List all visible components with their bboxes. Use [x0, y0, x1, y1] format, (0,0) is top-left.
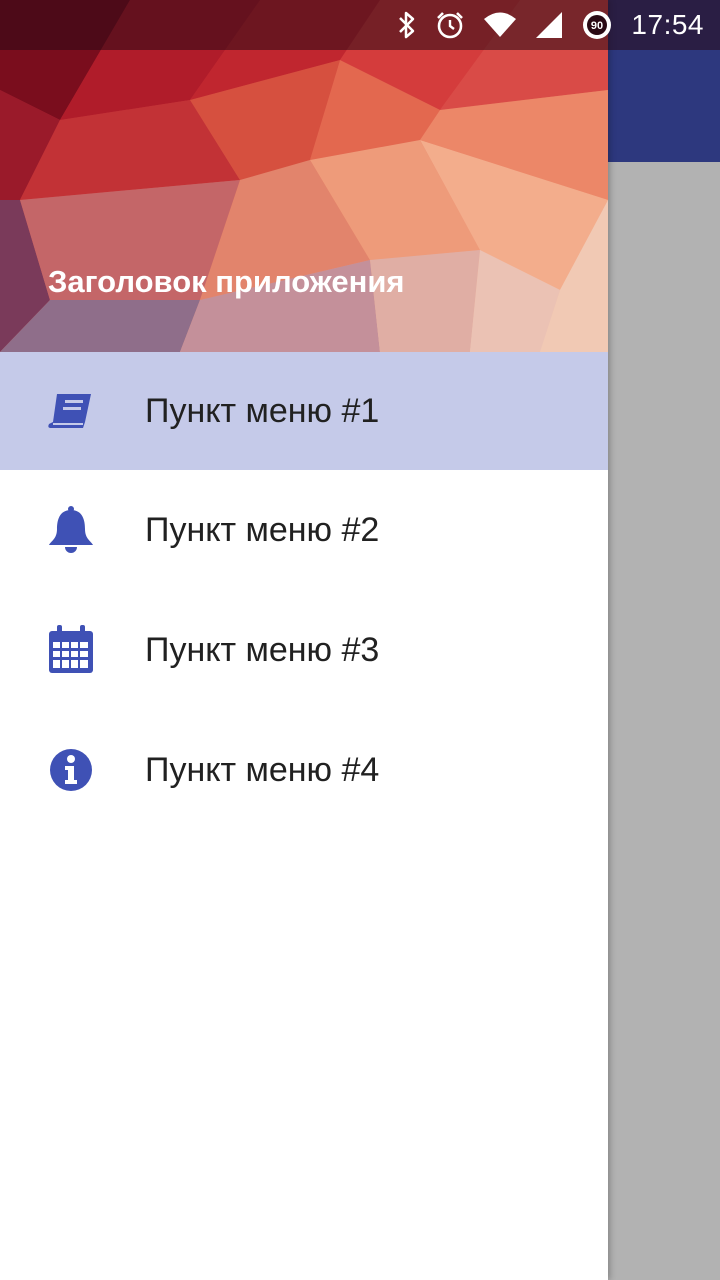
drawer-header: Заголовок приложения	[0, 0, 608, 352]
menu-item-3[interactable]: Пункт меню #3	[0, 590, 608, 710]
calendar-icon	[46, 625, 96, 675]
menu-item-2[interactable]: Пункт меню #2	[0, 470, 608, 590]
status-clock: 17:54	[631, 9, 704, 40]
bluetooth-icon	[397, 10, 417, 40]
drawer-menu: Пункт меню #1 Пункт меню #2 Пункт меню #…	[0, 352, 608, 830]
bell-icon	[46, 505, 96, 555]
menu-item-label: Пункт меню #3	[145, 630, 380, 669]
battery-icon: 90	[581, 9, 613, 41]
info-icon	[46, 745, 96, 795]
menu-item-1[interactable]: Пункт меню #1	[0, 352, 608, 470]
wifi-icon	[483, 12, 517, 38]
status-bar: 90 17:54	[0, 0, 720, 50]
menu-item-4[interactable]: Пункт меню #4	[0, 710, 608, 830]
navigation-drawer: Заголовок приложения Пункт меню #1 Пункт…	[0, 0, 608, 1280]
menu-item-label: Пункт меню #1	[145, 391, 380, 430]
book-icon	[46, 386, 96, 436]
battery-level-text: 90	[591, 20, 603, 32]
menu-item-label: Пункт меню #2	[145, 510, 380, 549]
alarm-icon	[435, 10, 465, 40]
menu-item-label: Пункт меню #4	[145, 750, 380, 789]
drawer-title: Заголовок приложения	[48, 264, 405, 299]
signal-icon	[535, 11, 563, 39]
